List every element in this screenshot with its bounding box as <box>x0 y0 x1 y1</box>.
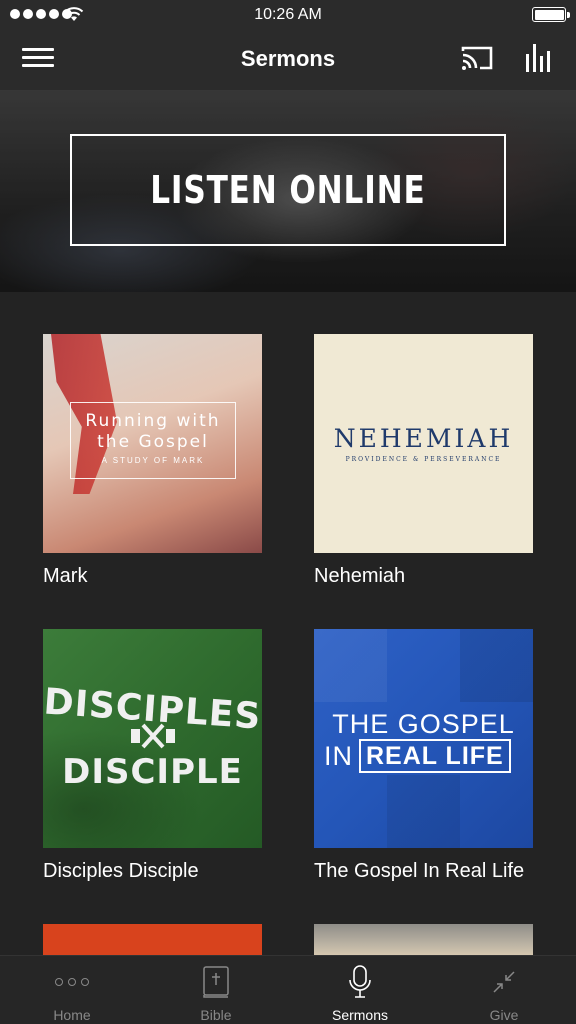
artwork-subtitle: PROVIDENCE & PERSEVERANCE <box>345 456 502 463</box>
artwork-title-box: Running with the Gospel A STUDY OF MARK <box>70 402 236 479</box>
hero-banner[interactable]: LISTEN ONLINE <box>0 90 576 292</box>
artwork-subtitle: A STUDY OF MARK <box>101 456 205 465</box>
status-time: 10:26 AM <box>254 6 322 23</box>
nav-bar: Sermons <box>0 30 576 90</box>
battery-icon <box>532 7 570 22</box>
tab-bar: Home Bible Sermons Give <box>0 955 576 1024</box>
crossed-arrows-icon <box>131 723 175 749</box>
artwork-in-text: IN <box>324 740 353 771</box>
artwork-subtitle-row: IN REAL LIFE <box>324 739 511 773</box>
tab-sermons[interactable]: Sermons <box>288 956 432 1024</box>
artwork-title: NEHEMIAH <box>333 424 514 453</box>
series-card-mark[interactable]: Running with the Gospel A STUDY OF MARK … <box>43 334 262 588</box>
artwork-title: the Gospel <box>97 432 209 452</box>
status-bar: 10:26 AM <box>0 0 576 30</box>
tab-bible[interactable]: Bible <box>144 956 288 1024</box>
series-artwork: NEHEMIAH PROVIDENCE & PERSEVERANCE <box>314 334 533 553</box>
artwork-title: THE GOSPEL <box>332 709 515 739</box>
artwork-title: Running with <box>85 411 221 431</box>
tab-label: Home <box>53 1007 91 1023</box>
give-icon <box>432 964 576 1000</box>
microphone-icon <box>288 964 432 1000</box>
series-label: Disciples Disciple <box>43 860 199 882</box>
series-card-gospel-real-life[interactable]: THE GOSPEL IN REAL LIFE The Gospel In Re… <box>314 629 533 883</box>
series-card-partial[interactable] <box>314 924 533 956</box>
series-artwork: THE GOSPEL IN REAL LIFE <box>314 629 533 848</box>
listen-online-button[interactable]: LISTEN ONLINE <box>70 134 506 246</box>
series-artwork <box>43 924 262 956</box>
series-artwork: Running with the Gospel A STUDY OF MARK <box>43 334 262 553</box>
series-artwork <box>314 924 533 956</box>
stats-icon[interactable] <box>524 42 554 74</box>
bible-icon <box>144 964 288 1000</box>
series-card-nehemiah[interactable]: NEHEMIAH PROVIDENCE & PERSEVERANCE Nehem… <box>314 334 533 588</box>
series-label: Mark <box>43 565 88 587</box>
listen-online-label: LISTEN ONLINE <box>150 168 426 212</box>
series-label: Nehemiah <box>314 565 406 587</box>
tab-label: Give <box>489 1007 519 1023</box>
series-card-disciples[interactable]: DISCIPLES DISCIPLE Disciples Disciple <box>43 629 262 883</box>
tab-label: Sermons <box>331 1007 389 1023</box>
series-label: The Gospel In Real Life <box>314 860 525 882</box>
artwork-boxed-text: REAL LIFE <box>359 739 511 773</box>
tab-label: Bible <box>200 1007 232 1023</box>
series-artwork: DISCIPLES DISCIPLE <box>43 629 262 848</box>
artwork-subtitle: DISCIPLE <box>62 752 243 792</box>
cast-icon[interactable] <box>460 44 494 72</box>
series-card-partial[interactable] <box>43 924 262 956</box>
more-dots-icon <box>0 964 144 1000</box>
tab-home[interactable]: Home <box>0 956 144 1024</box>
tab-give[interactable]: Give <box>432 956 576 1024</box>
